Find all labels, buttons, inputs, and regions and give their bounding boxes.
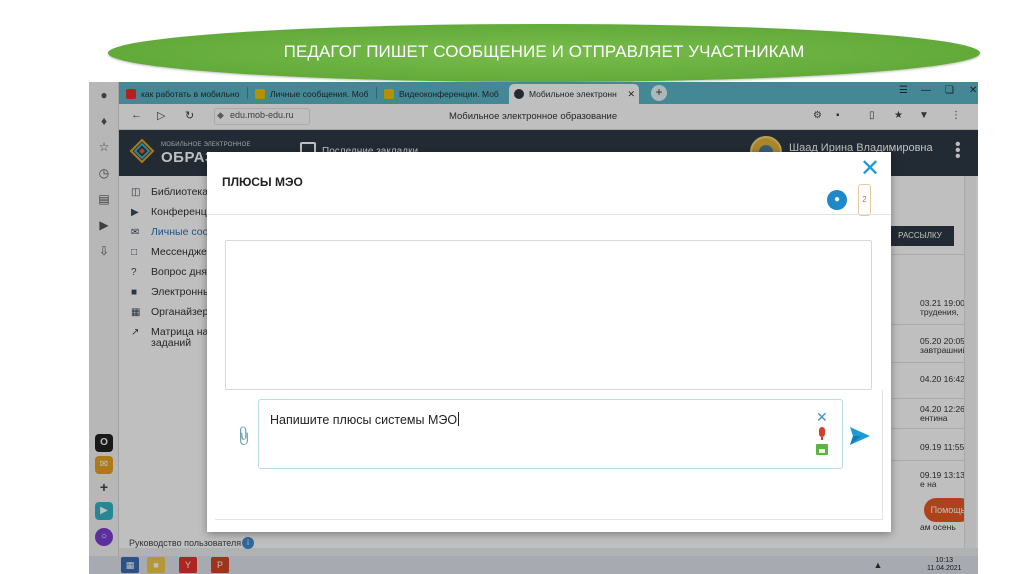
close-icon[interactable]: ✕: [859, 157, 881, 181]
message-input[interactable]: Напишите плюсы системы МЭО ✕: [258, 399, 843, 469]
send-icon[interactable]: [850, 427, 870, 445]
message-input-text: Напишите плюсы системы МЭО: [270, 413, 458, 427]
slide: ПЕДАГОГ ПИШЕТ СООБЩЕНИЕ И ОТПРАВЛЯЕТ УЧА…: [0, 0, 1024, 574]
members-count[interactable]: 2: [858, 184, 871, 216]
microphone-icon[interactable]: [819, 427, 825, 437]
members-icon[interactable]: ●: [827, 190, 847, 210]
microphone-stand: [821, 437, 823, 440]
message-input-value[interactable]: Напишите плюсы системы МЭО: [270, 412, 460, 427]
message-history: [225, 240, 872, 390]
slide-heading: ПЕДАГОГ ПИШЕТ СООБЩЕНИЕ И ОТПРАВЛЯЕТ УЧА…: [283, 42, 805, 61]
message-dialog: ПЛЮСЫ МЭО ✕ ● 2 📎 Напишите плюсы системы…: [207, 152, 891, 532]
clear-icon[interactable]: ✕: [816, 410, 828, 424]
dialog-title: ПЛЮСЫ МЭО: [222, 175, 303, 189]
text-caret: [458, 412, 460, 426]
divider: [207, 214, 891, 215]
save-draft-icon[interactable]: [816, 444, 828, 455]
browser-screenshot: ● ♦ ☆ ◷ ▤ ▶ ⇩ O ✉ + ▶ ○ как работать в м…: [89, 82, 978, 574]
